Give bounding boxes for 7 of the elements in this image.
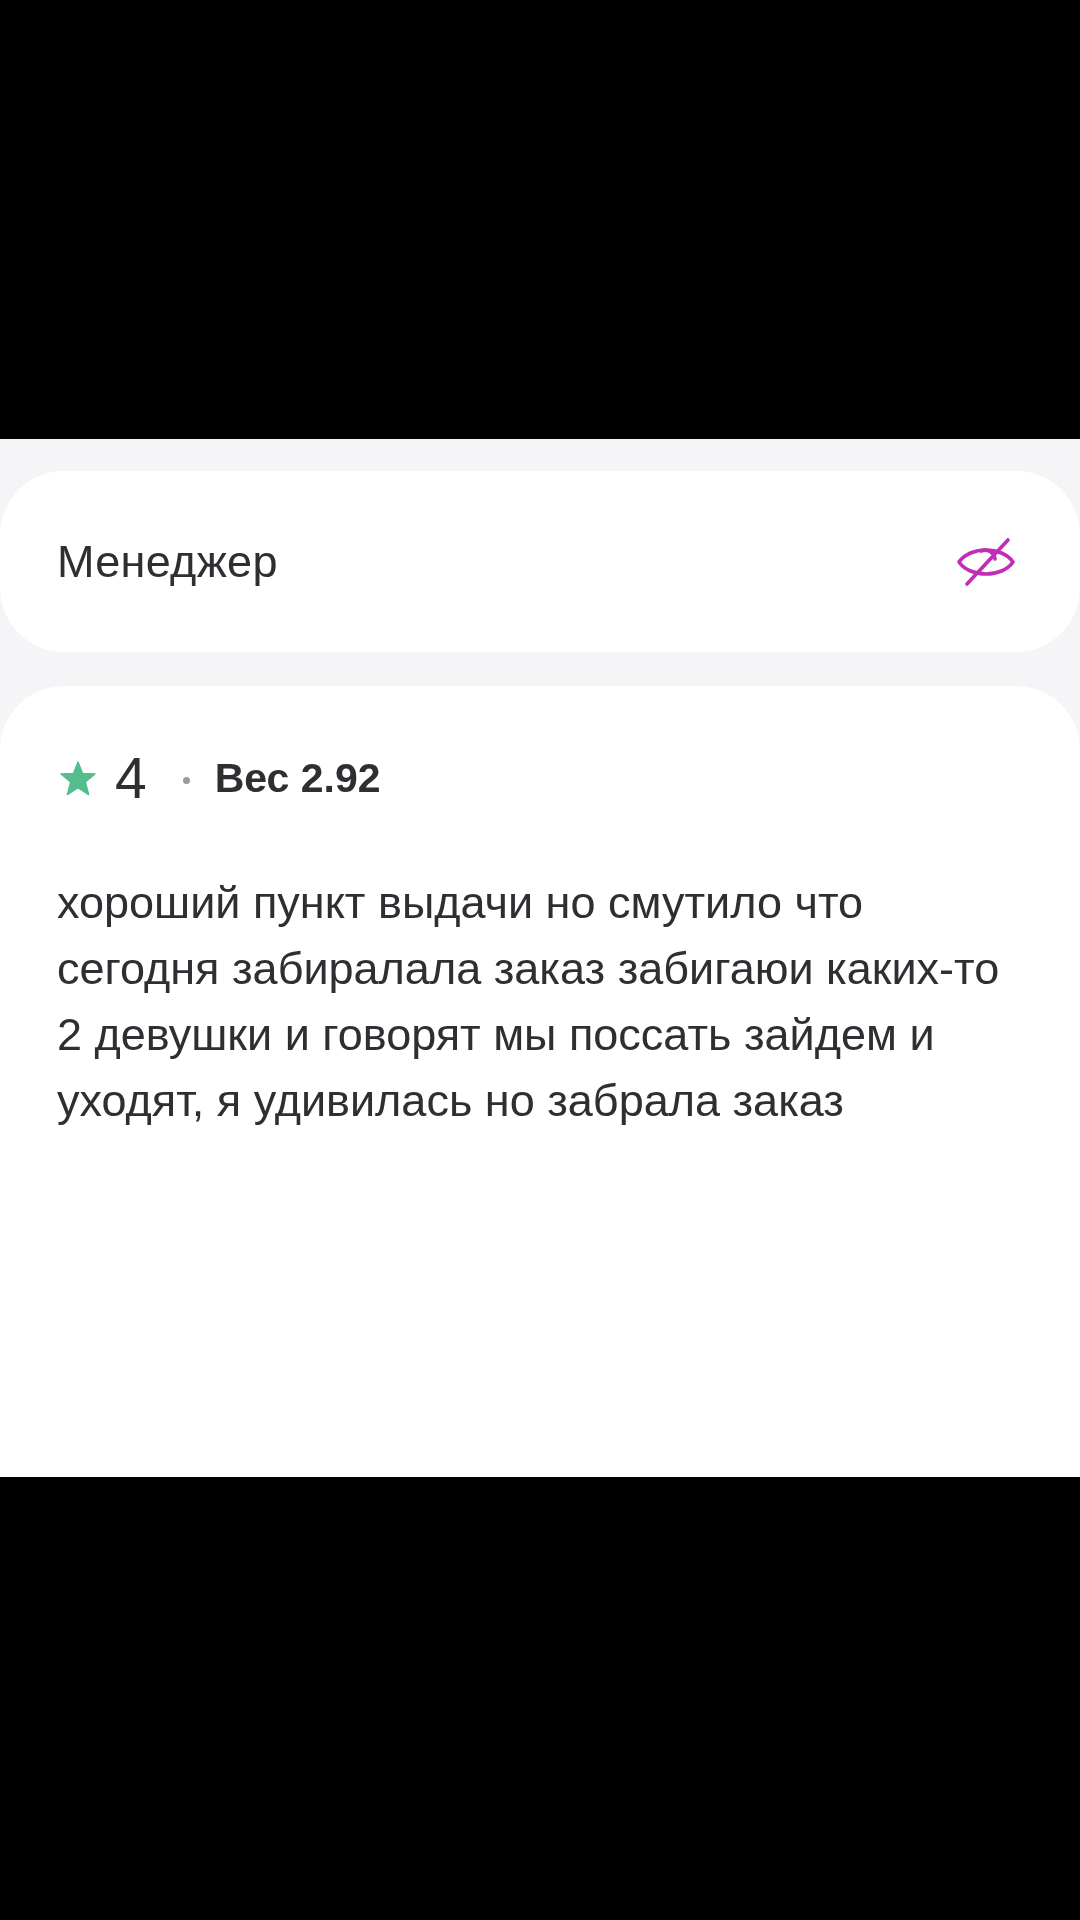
card-title: Менеджер <box>57 535 278 588</box>
hidden-eye-icon[interactable] <box>955 536 1017 587</box>
weight-value: Вес 2.92 <box>214 757 381 799</box>
review-text: хороший пункт выдачи но смутило что сегодня забиралала заказ забигаюи каких-то 2 девушки и говорят мы поссать зайдем и уходят, я удивилась но забрала заказ <box>57 876 1001 1128</box>
star-icon <box>60 760 96 796</box>
separator-dot-icon <box>182 776 190 784</box>
rating-value: 4 <box>115 749 147 807</box>
